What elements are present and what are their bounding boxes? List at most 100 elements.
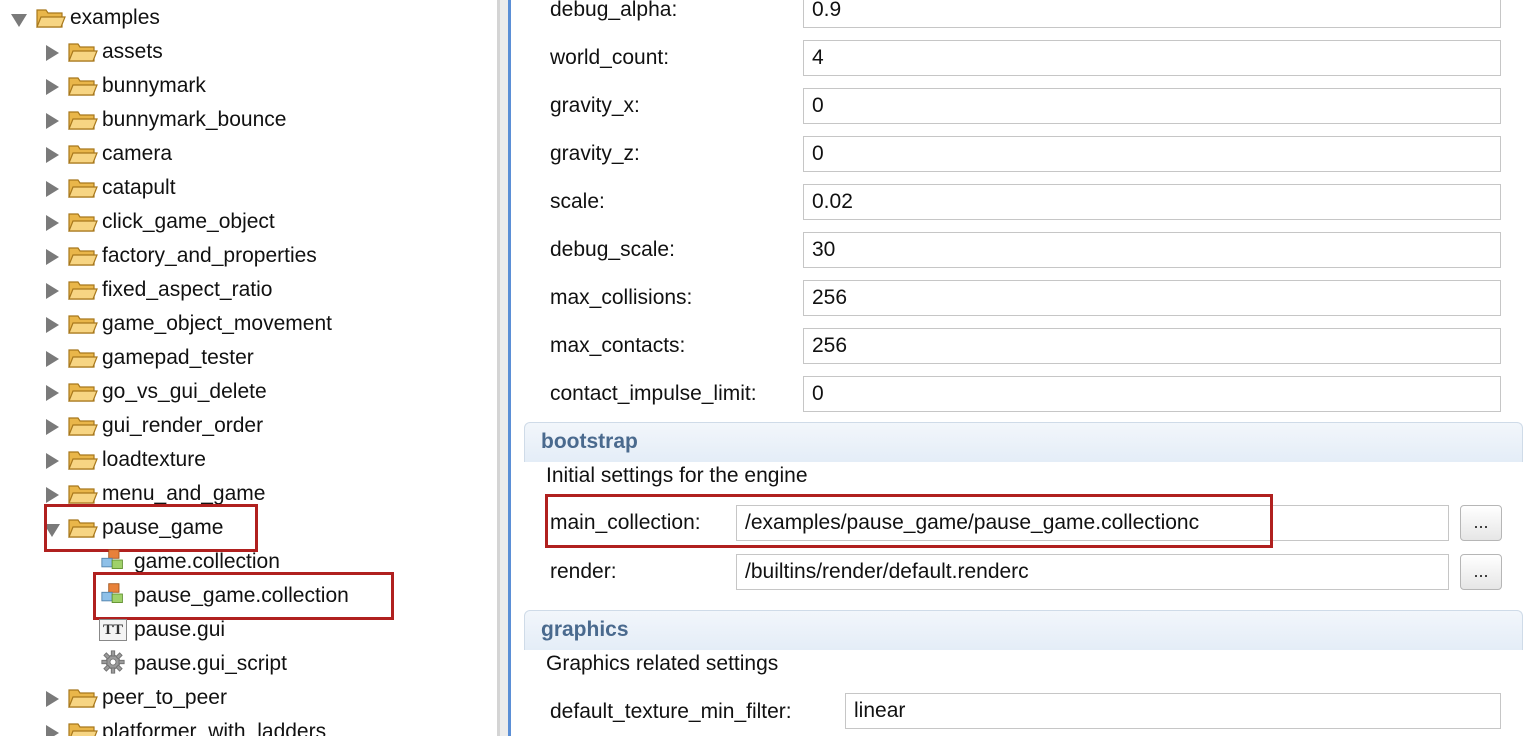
folder-open-icon <box>68 179 98 198</box>
collection-icon <box>101 549 123 569</box>
expand-arrow-icon[interactable] <box>46 351 59 367</box>
expand-arrow-icon[interactable] <box>11 14 27 27</box>
folder-open-icon <box>68 77 98 96</box>
expand-arrow-icon[interactable] <box>46 113 59 129</box>
folder-open-icon <box>68 689 98 708</box>
tree-item-label: pause.gui_script <box>134 652 287 675</box>
tree-item-pause-gui-script[interactable]: pause.gui_script <box>0 647 497 681</box>
tree-item-folder[interactable]: assets <box>0 35 497 69</box>
render-field[interactable]: /builtins/render/default.renderc <box>736 554 1449 590</box>
property-label: gravity_z: <box>550 142 640 165</box>
folder-open-icon <box>68 281 98 300</box>
folder-open-icon <box>68 145 98 164</box>
property-value-field[interactable]: 256 <box>803 328 1501 364</box>
property-label: scale: <box>550 190 605 213</box>
tree-item-label: loadtexture <box>102 448 206 471</box>
tree-item-label: fixed_aspect_ratio <box>102 278 273 301</box>
folder-open-icon <box>68 723 98 736</box>
folder-open-icon <box>68 111 98 130</box>
folder-open-icon <box>68 383 98 402</box>
section-description: Initial settings for the engine <box>546 464 808 487</box>
tree-item-label: assets <box>102 40 163 63</box>
expand-arrow-icon[interactable] <box>46 283 59 299</box>
property-value-field[interactable]: 0 <box>803 376 1501 412</box>
tree-item-folder[interactable]: bunnymark_bounce <box>0 103 497 137</box>
property-value-field[interactable]: 0 <box>803 136 1501 172</box>
section-header-bootstrap[interactable]: bootstrap <box>524 422 1523 462</box>
expand-arrow-icon[interactable] <box>46 453 59 469</box>
expand-arrow-icon[interactable] <box>46 419 59 435</box>
tree-item-folder[interactable]: platformer_with_ladders <box>0 715 497 736</box>
project-settings-panel: debug_alpha: 0.9 world_count: 4 gravity_x: 0 g… <box>511 0 1524 736</box>
tree-item-label: camera <box>102 142 173 165</box>
tree-item-label: go_vs_gui_delete <box>102 380 267 403</box>
section-title: graphics <box>541 618 629 641</box>
expand-arrow-icon[interactable] <box>46 79 59 95</box>
tree-item-label: catapult <box>102 176 176 199</box>
property-label: debug_scale: <box>550 238 675 261</box>
tree-item-folder[interactable]: gamepad_tester <box>0 341 497 375</box>
expand-arrow-icon[interactable] <box>46 317 59 333</box>
property-value-field[interactable]: 4 <box>803 40 1501 76</box>
tree-item-folder[interactable]: gui_render_order <box>0 409 497 443</box>
render-browse-button[interactable]: ... <box>1460 554 1502 590</box>
tree-item-label: factory_and_properties <box>102 244 317 267</box>
tree-item-folder[interactable]: go_vs_gui_delete <box>0 375 497 409</box>
folder-open-icon <box>68 485 98 504</box>
folder-open-icon <box>68 43 98 62</box>
folder-open-icon <box>68 315 98 334</box>
tree-item-examples[interactable]: examples <box>0 1 497 35</box>
property-label: world_count: <box>550 46 670 69</box>
expand-arrow-icon[interactable] <box>46 147 59 163</box>
tree-item-label: click_game_object <box>102 210 275 233</box>
tree-item-folder[interactable]: catapult <box>0 171 497 205</box>
expand-arrow-icon[interactable] <box>46 385 59 401</box>
tree-item-folder[interactable]: bunnymark <box>0 69 497 103</box>
property-label: contact_impulse_limit: <box>550 382 757 405</box>
expand-arrow-icon[interactable] <box>46 249 59 265</box>
property-label: debug_alpha: <box>550 0 678 21</box>
property-label: max_contacts: <box>550 334 686 357</box>
section-title: bootstrap <box>541 430 638 453</box>
property-value-field[interactable]: 256 <box>803 280 1501 316</box>
pane-splitter[interactable] <box>497 0 511 736</box>
expand-arrow-icon[interactable] <box>46 181 59 197</box>
folder-open-icon <box>68 349 98 368</box>
property-label: max_collisions: <box>550 286 693 309</box>
tree-item-folder[interactable]: peer_to_peer <box>0 681 497 715</box>
tree-item-folder[interactable]: loadtexture <box>0 443 497 477</box>
folder-open-icon <box>36 9 66 28</box>
property-value-field[interactable]: 0.9 <box>803 0 1501 28</box>
section-header-graphics[interactable]: graphics <box>524 610 1523 650</box>
expand-arrow-icon[interactable] <box>46 725 59 736</box>
expand-arrow-icon[interactable] <box>46 487 59 503</box>
tree-item-label: platformer_with_ladders <box>102 720 327 736</box>
tree-item-folder[interactable]: fixed_aspect_ratio <box>0 273 497 307</box>
expand-arrow-icon[interactable] <box>46 215 59 231</box>
tree-item-folder[interactable]: game_object_movement <box>0 307 497 341</box>
tree-item-label: examples <box>70 6 160 29</box>
property-label: gravity_x: <box>550 94 640 117</box>
tree-item-label: gamepad_tester <box>102 346 254 369</box>
folder-open-icon <box>68 417 98 436</box>
default-texture-min-filter-label: default_texture_min_filter: <box>550 700 792 723</box>
default-texture-min-filter-field[interactable]: linear <box>845 693 1501 729</box>
tree-item-folder[interactable]: factory_and_properties <box>0 239 497 273</box>
tree-item-label: peer_to_peer <box>102 686 227 709</box>
highlight-box-main-collection <box>545 494 1273 548</box>
tree-item-label: bunnymark <box>102 74 206 97</box>
expand-arrow-icon[interactable] <box>46 45 59 61</box>
property-value-field[interactable]: 30 <box>803 232 1501 268</box>
tree-item-pause-gui[interactable]: TT pause.gui <box>0 613 497 647</box>
main-collection-browse-button[interactable]: ... <box>1460 505 1502 541</box>
property-value-field[interactable]: 0.02 <box>803 184 1501 220</box>
section-description: Graphics related settings <box>546 652 779 675</box>
tree-item-label: bunnymark_bounce <box>102 108 287 131</box>
project-explorer-tree: examples assets bunnymark bunnymark_bounce… <box>0 0 497 736</box>
property-value-field[interactable]: 0 <box>803 88 1501 124</box>
tree-item-folder[interactable]: camera <box>0 137 497 171</box>
expand-arrow-icon[interactable] <box>46 691 59 707</box>
tree-item-folder[interactable]: click_game_object <box>0 205 497 239</box>
folder-open-icon <box>68 213 98 232</box>
gear-icon <box>101 650 125 674</box>
